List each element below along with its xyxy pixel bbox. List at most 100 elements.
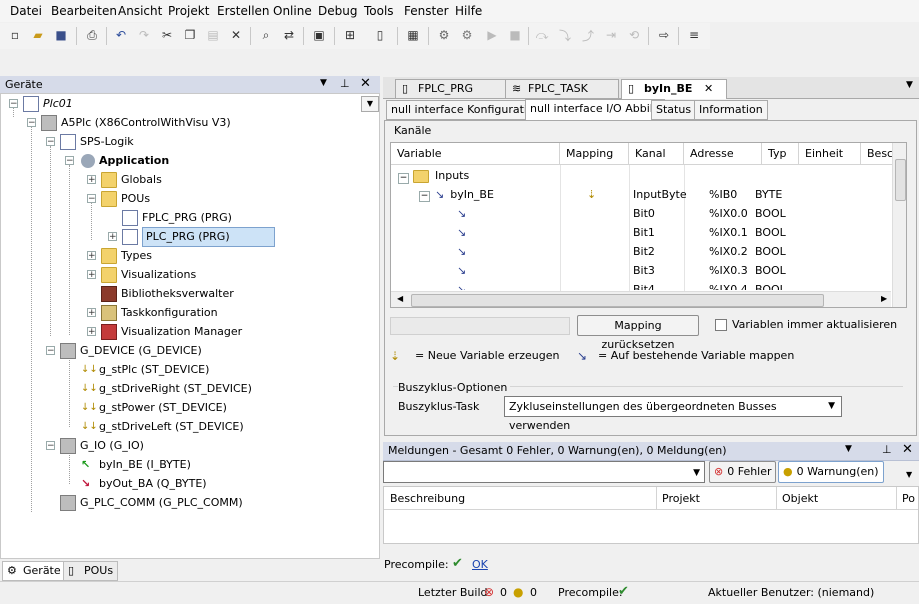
menu-datei[interactable]: Datei <box>10 4 42 18</box>
find-icon[interactable]: ⌕ <box>258 27 274 43</box>
replace-icon[interactable]: ⇄ <box>281 27 297 43</box>
horizontal-scrollbar[interactable]: ◀ ▶ <box>391 291 891 307</box>
new-file-icon[interactable]: ▫ <box>7 27 23 43</box>
menu-online[interactable]: Online <box>273 4 312 18</box>
tree-item-visualization-manager[interactable]: Visualization Manager <box>101 323 242 341</box>
stop-icon[interactable]: ■ <box>507 27 523 43</box>
expand-toggle[interactable]: + <box>87 270 96 280</box>
step-out-icon[interactable]: ⤴ <box>580 27 596 43</box>
column-header-mapping[interactable]: Mapping <box>560 143 629 165</box>
cut-icon[interactable]: ✂ <box>159 27 175 43</box>
expand-toggle[interactable]: + <box>108 232 117 242</box>
tree-item-sps-logik[interactable]: SPS-Logik <box>60 133 134 151</box>
tree-item-visualizations[interactable]: Visualizations <box>101 266 196 284</box>
message-category-select[interactable]: ▼ <box>383 461 705 483</box>
tree-item-pous[interactable]: POUs <box>101 190 150 208</box>
expand-toggle[interactable]: − <box>46 137 55 147</box>
always-update-checkbox[interactable] <box>715 319 727 331</box>
tree-dropdown-button[interactable]: ▼ <box>361 96 379 112</box>
panel-dropdown-icon[interactable]: ▼ <box>320 78 327 88</box>
tree-item-fplc-prg[interactable]: FPLC_PRG (PRG) <box>122 209 232 227</box>
column-header-objekt[interactable]: Objekt <box>782 492 818 505</box>
tree-item-g-stplc[interactable]: ↓↓g_stPlc (ST_DEVICE) <box>81 361 209 379</box>
scroll-right-icon[interactable]: ▶ <box>881 294 887 303</box>
expand-toggle[interactable]: + <box>87 308 96 318</box>
tree-item-types[interactable]: Types <box>101 247 152 265</box>
column-header-position[interactable]: Po <box>902 492 915 505</box>
errors-filter-button[interactable]: ⊗ 0 Fehler <box>709 461 776 483</box>
column-header-projekt[interactable]: Projekt <box>662 492 700 505</box>
options-icon[interactable]: ≡ <box>686 27 702 43</box>
tab-geraete[interactable]: ⚙ Geräte <box>2 561 66 581</box>
tab-list-dropdown-icon[interactable]: ▼ <box>906 80 913 90</box>
tab-information[interactable]: Information <box>694 100 768 120</box>
scrollbar-thumb[interactable] <box>411 294 824 307</box>
tab-null-interface-konfiguration[interactable]: null interface Konfiguration <box>386 100 546 120</box>
navigate-icon[interactable]: ⇨ <box>656 27 672 43</box>
tab-null-interface-io-abbild[interactable]: null interface I/O Abbild <box>525 99 665 121</box>
pin-icon[interactable]: ⊥ <box>340 77 350 90</box>
tree-item-byout-ba[interactable]: ↘ byOut_BA (Q_BYTE) <box>81 475 207 493</box>
menu-projekt[interactable]: Projekt <box>168 4 209 18</box>
tree-item-globals[interactable]: Globals <box>101 171 162 189</box>
tree-item-g-stdriveleft[interactable]: ↓↓g_stDriveLeft (ST_DEVICE) <box>81 418 244 436</box>
print-icon[interactable]: ⎙ <box>84 27 100 43</box>
window-icon[interactable]: ▣ <box>311 27 327 43</box>
table-row[interactable]: Inputs <box>413 166 469 185</box>
column-header-typ[interactable]: Typ <box>762 143 799 165</box>
tree-item-g-io[interactable]: G_IO (G_IO) <box>60 437 144 455</box>
run-to-cursor-icon[interactable]: ⇥ <box>603 27 619 43</box>
expand-toggle[interactable]: − <box>398 173 409 184</box>
close-icon[interactable]: ✕ <box>360 76 371 91</box>
tree-item-g-stpower[interactable]: ↓↓g_stPower (ST_DEVICE) <box>81 399 227 417</box>
tab-fplc-prg[interactable]: ▯ FPLC_PRG <box>395 79 507 98</box>
expand-toggle[interactable]: − <box>419 191 430 202</box>
expand-toggle[interactable]: − <box>87 194 96 204</box>
tree-item-a5plc[interactable]: A5Plc (X86ControlWithVisu V3) <box>41 114 231 132</box>
menu-fenster[interactable]: Fenster <box>404 4 449 18</box>
delete-icon[interactable]: ✕ <box>228 27 244 43</box>
expand-toggle[interactable]: + <box>87 251 96 261</box>
menu-erstellen[interactable]: Erstellen <box>217 4 270 18</box>
tab-fplc-task[interactable]: ≋ FPLC_TASK <box>505 79 619 98</box>
column-header-kanal[interactable]: Kanal <box>629 143 684 165</box>
expand-toggle[interactable]: − <box>46 346 55 356</box>
undo-icon[interactable]: ↶ <box>113 27 129 43</box>
table-row[interactable]: ↘ byIn_BE <box>435 185 494 204</box>
expand-toggle[interactable]: + <box>87 175 96 185</box>
redo-icon[interactable]: ↷ <box>136 27 152 43</box>
tab-status[interactable]: Status <box>651 100 697 120</box>
add-object-icon[interactable]: ⊞ <box>342 27 358 43</box>
tab-pous[interactable]: ▯ POUs <box>63 561 119 581</box>
login-icon[interactable]: ⚙ <box>436 27 452 43</box>
step-over-icon[interactable]: ⤼ <box>534 27 550 43</box>
logout-icon[interactable]: ⚙ <box>459 27 475 43</box>
menu-bearbeiten[interactable]: Bearbeiten <box>51 4 117 18</box>
column-header-beschreibung[interactable]: Beschreibung <box>390 492 465 505</box>
filter-field[interactable] <box>390 317 570 335</box>
scroll-left-icon[interactable]: ◀ <box>397 294 403 303</box>
step-into-icon[interactable]: ⤵ <box>557 27 573 43</box>
bus-cycle-task-select[interactable]: Zykluseinstellungen des übergeordneten B… <box>504 396 842 432</box>
column-header-adresse[interactable]: Adresse <box>684 143 762 165</box>
tree-item-g-plc-comm[interactable]: G_PLC_COMM (G_PLC_COMM) <box>60 494 243 512</box>
expand-toggle[interactable]: − <box>65 156 74 166</box>
menu-tools[interactable]: Tools <box>364 4 394 18</box>
copy-icon[interactable]: ❐ <box>182 27 198 43</box>
menu-ansicht[interactable]: Ansicht <box>118 4 162 18</box>
chevron-down-icon[interactable]: ▼ <box>906 470 912 479</box>
precompile-ok-link[interactable]: OK <box>472 558 488 571</box>
column-header-einheit[interactable]: Einheit <box>799 143 861 165</box>
warnings-filter-button[interactable]: ● 0 Warnung(en) <box>778 461 884 483</box>
tab-byin-be[interactable]: ▯ byIn_BE ✕ <box>621 79 727 99</box>
save-icon[interactable]: ■ <box>53 27 69 43</box>
close-tab-icon[interactable]: ✕ <box>704 80 713 98</box>
tree-item-plc01[interactable]: Plc01 <box>23 95 73 113</box>
tree-item-plc-prg[interactable]: PLC_PRG (PRG) <box>122 227 275 247</box>
expand-toggle[interactable]: − <box>9 99 18 109</box>
vertical-scrollbar[interactable] <box>892 143 906 307</box>
tree-item-g-device[interactable]: G_DEVICE (G_DEVICE) <box>60 342 202 360</box>
tree-item-application[interactable]: Application <box>81 152 169 170</box>
close-icon[interactable]: ✕ <box>902 442 913 457</box>
properties-icon[interactable]: ▯ <box>372 27 388 43</box>
